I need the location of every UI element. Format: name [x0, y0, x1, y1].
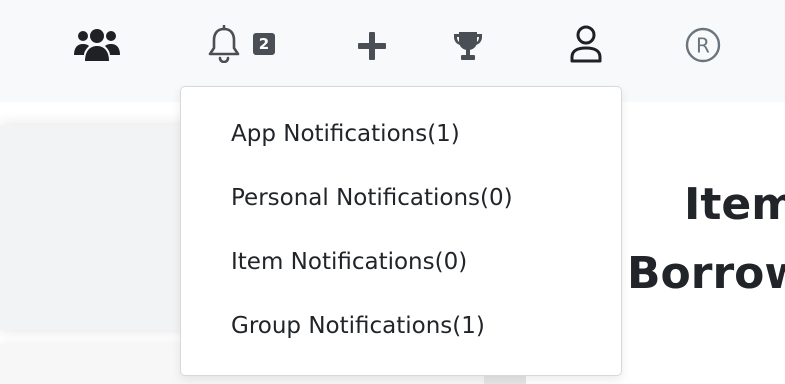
notification-count-badge: 2 [253, 33, 275, 55]
users-icon[interactable] [72, 22, 122, 68]
dropdown-item-personal-notifications[interactable]: Personal Notifications(0) [231, 185, 513, 213]
bell-icon[interactable] [204, 24, 244, 64]
page-heading-line1: Item [684, 179, 785, 230]
trophy-icon[interactable] [448, 26, 488, 66]
dropdown-item-app-notifications[interactable]: App Notifications(1) [231, 121, 460, 149]
notifications-dropdown: App Notifications(1) Personal Notificati… [180, 86, 622, 376]
plus-icon[interactable] [352, 26, 392, 66]
dropdown-item-group-notifications[interactable]: Group Notifications(1) [231, 313, 485, 341]
user-icon[interactable] [566, 22, 606, 66]
registered-letter: R [696, 34, 710, 58]
registered-icon[interactable]: R [682, 24, 724, 66]
dropdown-item-item-notifications[interactable]: Item Notifications(0) [231, 249, 467, 277]
page-heading-line2: Borrow [627, 248, 785, 299]
